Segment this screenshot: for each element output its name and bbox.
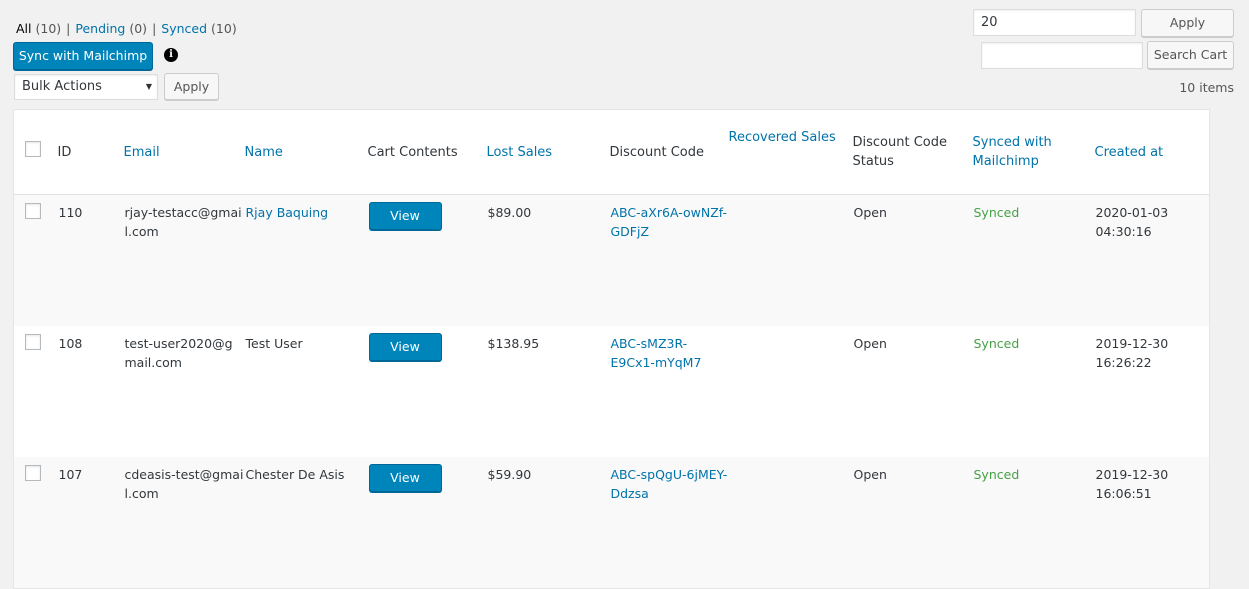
row-checkbox[interactable] <box>25 203 41 219</box>
search-cart-button[interactable]: Search Cart <box>1147 41 1234 69</box>
cell-id: 110 <box>57 194 124 326</box>
per-page-apply-button[interactable]: Apply <box>1141 9 1234 37</box>
created-time: 16:26:22 <box>1095 355 1152 370</box>
sync-with-mailchimp-button[interactable]: Sync with Mailchimp <box>13 42 153 70</box>
per-page-input[interactable]: 20 <box>973 9 1136 36</box>
cell-cart-contents: View <box>368 326 487 457</box>
row-checkbox-cell <box>13 194 58 326</box>
info-icon[interactable]: i <box>164 48 178 62</box>
cell-cart-contents: View <box>367 194 487 326</box>
table-row: 110 rjay-testacc@gmail.com Rjay Baquing … <box>13 194 1210 326</box>
table-header-row: ID Email Name Cart Contents Lost Sales D… <box>13 109 1210 195</box>
cell-recovered-sales <box>728 194 853 326</box>
table-row: 107 cdeasis-test@gmail.com Chester De As… <box>13 457 1210 589</box>
bulk-actions-value: Bulk Actions <box>22 79 102 94</box>
col-name[interactable]: Name <box>244 109 368 195</box>
status-filter-links: All (10) | Pending (0) | Synced (10) <box>16 21 237 36</box>
cell-name-link[interactable]: Rjay Baquing <box>244 194 368 326</box>
created-time: 04:30:16 <box>1095 224 1152 239</box>
col-lost-sales[interactable]: Lost Sales <box>486 109 610 195</box>
items-count: 10 items <box>1179 80 1234 95</box>
select-all-checkbox[interactable] <box>25 141 41 157</box>
bulk-apply-button[interactable]: Apply <box>164 73 219 100</box>
search-cart-input[interactable] <box>981 42 1143 69</box>
cell-id: 107 <box>57 457 124 589</box>
filter-all[interactable]: All (10) <box>16 21 61 36</box>
cell-id: 108 <box>58 336 83 351</box>
view-cart-button[interactable]: View <box>368 333 442 361</box>
cell-name: Test User <box>245 336 303 351</box>
cell-status: Open <box>853 336 887 351</box>
cell-email: cdeasis-test@gmail.com <box>123 457 245 589</box>
cell-email: test-user2020@gmail.com <box>124 336 233 370</box>
created-time: 16:06:51 <box>1095 486 1152 501</box>
col-created-at[interactable]: Created at <box>1094 109 1210 195</box>
cell-synced: Synced <box>972 194 1095 326</box>
cell-lost-sales: $138.95 <box>487 336 540 351</box>
filter-pending[interactable]: Pending (0) <box>75 21 147 36</box>
col-recovered-sales[interactable]: Recovered Sales <box>728 109 853 195</box>
cell-cart-contents: View <box>367 457 487 589</box>
select-all-cell <box>13 109 58 195</box>
cell-created-at: 2019-12-30 16:06:51 <box>1094 457 1210 589</box>
cell-status: Open <box>852 194 973 326</box>
col-email[interactable]: Email <box>123 109 245 195</box>
created-date: 2019-12-30 <box>1095 467 1169 482</box>
cell-discount-code[interactable]: ABC-sMZ3R-E9Cx1-mYqM7 <box>610 326 729 457</box>
chevron-down-icon: ▼ <box>145 82 152 91</box>
col-discount-code-status: Discount Code Status <box>852 109 973 195</box>
cell-discount-code[interactable]: ABC-aXr6A-owNZf-GDFjZ <box>609 194 729 326</box>
cell-created-at: 2019-12-30 16:26:22 <box>1095 326 1210 457</box>
cell-email: rjay-testacc@gmail.com <box>123 194 245 326</box>
created-date: 2019-12-30 <box>1095 336 1169 351</box>
col-synced-with-mailchimp[interactable]: Synced with Mailchimp <box>972 109 1095 195</box>
cell-lost-sales: $89.00 <box>486 194 610 326</box>
row-checkbox-cell <box>13 457 58 589</box>
cell-discount-code[interactable]: ABC-spQgU-6jMEY-Ddzsa <box>609 457 729 589</box>
view-cart-button[interactable]: View <box>368 464 442 492</box>
row-checkbox[interactable] <box>25 334 41 350</box>
cell-recovered-sales <box>728 457 853 589</box>
cell-created-at: 2020-01-03 04:30:16 <box>1094 194 1210 326</box>
cell-lost-sales: $59.90 <box>486 457 610 589</box>
cell-recovered-sales <box>729 326 853 457</box>
row-checkbox-cell <box>14 326 58 457</box>
cell-synced: Synced <box>972 457 1095 589</box>
col-cart-contents: Cart Contents <box>367 109 487 195</box>
col-id: ID <box>57 109 124 195</box>
col-discount-code: Discount Code <box>609 109 729 195</box>
row-checkbox[interactable] <box>25 465 41 481</box>
view-cart-button[interactable]: View <box>368 202 442 230</box>
filter-synced[interactable]: Synced (10) <box>161 21 236 36</box>
carts-table: ID Email Name Cart Contents Lost Sales D… <box>13 109 1210 589</box>
cell-name: Chester De Asis <box>244 457 368 589</box>
created-date: 2020-01-03 <box>1095 205 1169 220</box>
table-row: 108 test-user2020@gmail.com Test User Vi… <box>14 326 1210 457</box>
bulk-actions-select[interactable]: Bulk Actions ▼ <box>14 74 158 100</box>
cell-status: Open <box>852 457 973 589</box>
cell-synced: Synced <box>973 336 1020 351</box>
